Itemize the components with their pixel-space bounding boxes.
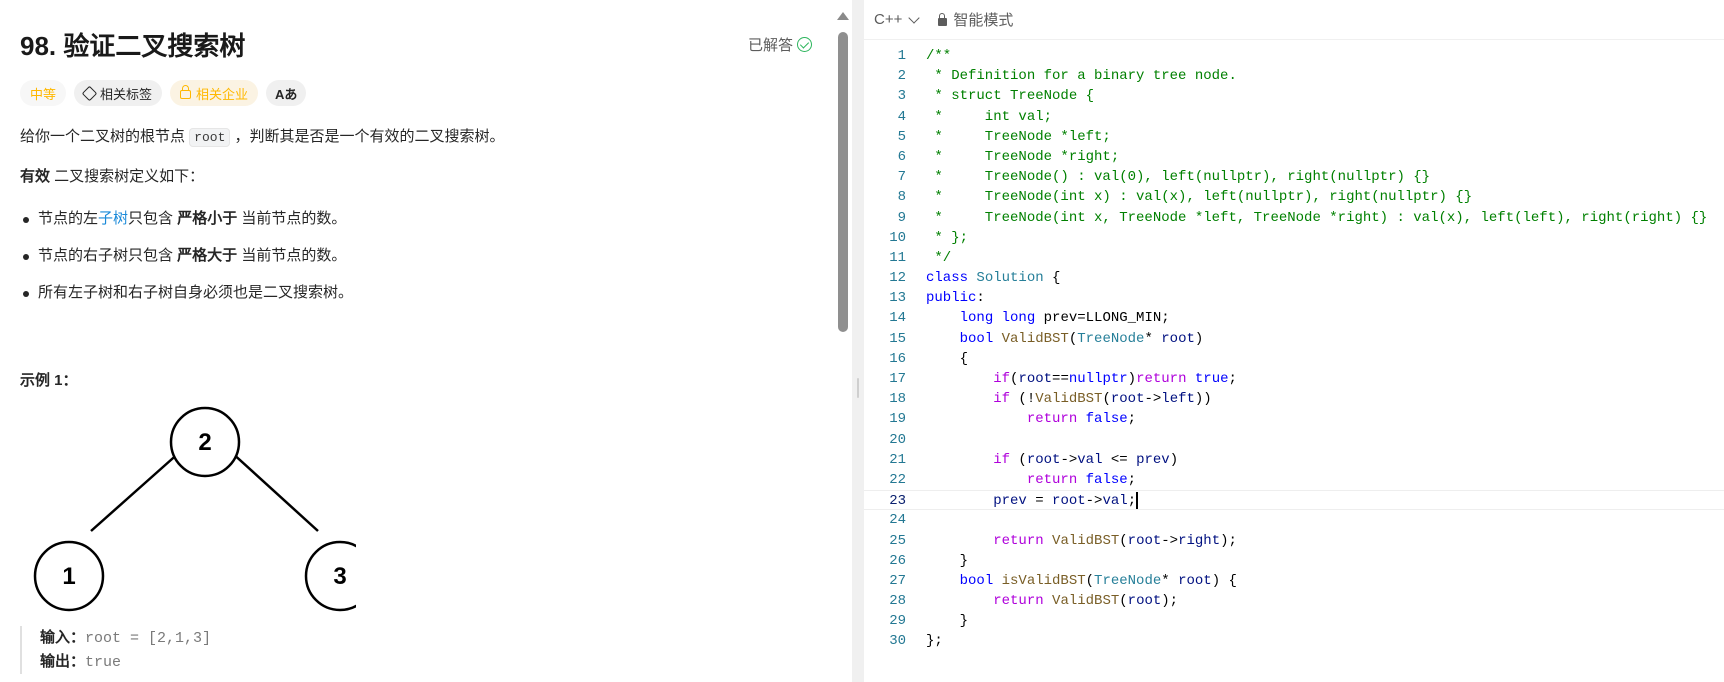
tree-edge	[90, 450, 182, 532]
code-line: 12 class Solution {	[889, 270, 1061, 287]
code-line: 10 * };	[889, 229, 969, 246]
grip-icon	[857, 378, 859, 398]
desc-text: 给你一个二叉树的根节点	[20, 128, 190, 145]
lock-icon	[180, 85, 192, 99]
text-cursor	[1136, 491, 1138, 509]
mode-label: 智能模式	[953, 12, 1014, 29]
desc-text-after: ，判断其是否是一个有效的二叉搜索树。	[230, 128, 505, 145]
translate-icon: Aあ	[275, 86, 298, 102]
list-item: 所有左子树和右子树自身必须也是二叉搜索树。	[20, 282, 353, 319]
code-line: 20	[889, 431, 906, 448]
code-line: 17 if(root==nullptr)return true;	[889, 371, 1237, 387]
font-size-button[interactable]: Aあ	[266, 80, 307, 106]
code-line: 9 * TreeNode(int x, TreeNode *left, Tree…	[897, 209, 1708, 226]
code-line: 14 long long prev=LLONG_MIN;	[889, 310, 1170, 327]
valid-bold: 有效	[20, 168, 51, 185]
code-line-active: 23 prev = root->val;	[864, 490, 1724, 511]
companies-tag-label: 相关企业	[196, 86, 249, 102]
code-line: 24	[889, 512, 906, 529]
list-item: 节点的左子树只包含 严格小于 当前节点的数。	[20, 208, 353, 245]
topics-tag-button[interactable]: 相关标签	[74, 80, 163, 106]
code-line: 30};	[889, 633, 943, 650]
code-line: 5 * TreeNode *left;	[897, 128, 1111, 145]
subtree-link[interactable]: 子树	[98, 210, 128, 227]
scroll-up-arrow-icon[interactable]	[837, 12, 849, 20]
companies-tag-button[interactable]: 相关企业	[170, 80, 259, 106]
language-label: C++	[874, 11, 903, 28]
code-line: 13 public:	[889, 290, 985, 307]
code-line: 19 return false;	[889, 411, 1137, 428]
valid-rest: 二叉搜索树定义如下：	[50, 168, 205, 185]
example-title: 示例 1：	[20, 372, 78, 389]
code-line: 7 * TreeNode() : val(0), left(nullptr), …	[897, 169, 1431, 186]
binary-tree-diagram: 2 1 3	[33, 406, 356, 612]
tree-node-label: 3	[333, 563, 346, 590]
lock-icon	[938, 12, 948, 26]
code-line: 6 * TreeNode *right;	[897, 148, 1120, 165]
panel-resize-handle[interactable]	[852, 0, 864, 682]
code-line: 22 return false;	[889, 471, 1137, 488]
tree-node-label: 1	[62, 563, 75, 590]
tree-node-label: 2	[198, 429, 211, 456]
rules-list: 节点的左子树只包含 严格小于 当前节点的数。 节点的右子树只包含 严格大于 当前…	[20, 208, 353, 319]
code-line: 1/**	[897, 48, 952, 64]
tag-row: 中等 相关标签 相关企业 Aあ	[20, 80, 307, 106]
code-line: 3 * struct TreeNode {	[897, 88, 1095, 105]
code-editor-panel: C++ 智能模式 1/** 2 * Definition for a binar…	[864, 0, 1724, 682]
topics-tag-label: 相关标签	[100, 86, 153, 102]
chevron-down-icon	[908, 11, 921, 24]
code-line: 18 if (!ValidBST(root->left))	[889, 391, 1212, 408]
check-circle-icon	[797, 37, 813, 52]
code-line: 15 bool ValidBST(TreeNode* root)	[889, 330, 1204, 347]
problem-title[interactable]: 98. 验证二叉搜索树	[20, 26, 245, 63]
language-selector[interactable]: C++	[874, 11, 921, 28]
code-line: 27 bool isValidBST(TreeNode* root) {	[889, 572, 1237, 589]
code-line: 4 * int val;	[897, 108, 1053, 125]
tree-node-right	[304, 540, 356, 612]
code-line: 25 return ValidBST(root->right);	[889, 532, 1237, 549]
code-line: 11 */	[889, 249, 952, 266]
solved-status: 已解答	[748, 34, 813, 55]
valid-definition: 有效 二叉搜索树定义如下：	[20, 165, 204, 186]
code-line: 28 return ValidBST(root);	[889, 593, 1179, 610]
description-scrollbar[interactable]	[838, 32, 848, 332]
description-paragraph: 给你一个二叉树的根节点 root ，判断其是否是一个有效的二叉搜索树。	[20, 125, 505, 147]
code-line: 26 }	[889, 552, 969, 569]
inline-code-root: root	[189, 128, 231, 147]
example-io-block: 输入：root = [2,1,3] 输出：true	[20, 626, 211, 674]
code-line: 2 * Definition for a binary tree node.	[897, 68, 1237, 85]
example-output: 输出：true	[40, 653, 122, 671]
code-line: 21 if (root->val <= prev)	[889, 451, 1179, 468]
solved-label: 已解答	[748, 37, 794, 54]
code-line: 29 }	[889, 613, 969, 630]
editor-toolbar: C++ 智能模式	[864, 0, 1724, 40]
code-area[interactable]: 1/** 2 * Definition for a binary tree no…	[864, 46, 1724, 652]
example-input: 输入：root = [2,1,3]	[40, 629, 212, 647]
code-line: 16 {	[889, 350, 969, 367]
difficulty-badge: 中等	[20, 80, 67, 106]
problem-description-panel: 98. 验证二叉搜索树 已解答 中等 相关标签 相关企业 Aあ 给你一个二叉树的…	[0, 0, 862, 682]
tag-icon	[81, 85, 98, 101]
list-item: 节点的右子树只包含 严格大于 当前节点的数。	[20, 245, 353, 282]
tree-edge	[229, 450, 319, 532]
smart-mode-toggle[interactable]: 智能模式	[938, 9, 1013, 30]
code-line: 8 * TreeNode(int x) : val(x), left(nullp…	[897, 189, 1473, 206]
